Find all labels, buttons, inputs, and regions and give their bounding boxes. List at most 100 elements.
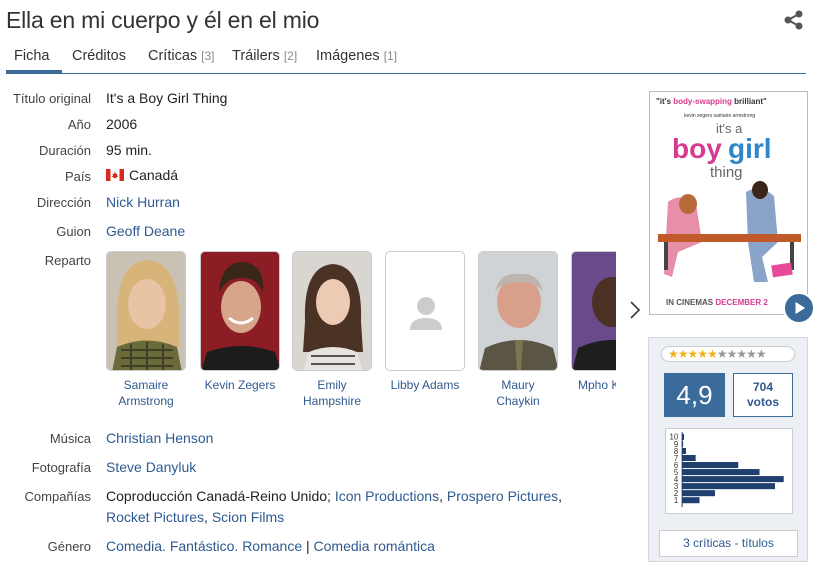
histogram-bar	[682, 469, 760, 476]
link-company[interactable]: Scion Films	[212, 509, 284, 525]
value-original-title: It's a Boy Girl Thing	[106, 90, 228, 106]
canada-flag-icon	[106, 169, 124, 181]
share-icon[interactable]	[783, 9, 805, 31]
tab-trailers[interactable]: Tráilers [2]	[232, 48, 297, 64]
star-filled-icon: ★	[668, 347, 679, 361]
cast-photo	[200, 251, 280, 371]
tab-count: [1]	[383, 49, 398, 63]
histogram-bar	[682, 483, 775, 490]
label-director: Dirección	[36, 195, 91, 210]
tab-imagenes[interactable]: Imágenes [1]	[316, 48, 397, 64]
active-tab-indicator	[6, 70, 62, 73]
cast-photo-placeholder	[385, 251, 465, 371]
tab-ficha[interactable]: Ficha	[14, 48, 49, 64]
cast-name: Samaire Armstrong	[118, 378, 174, 408]
cast-card[interactable]: Samaire Armstrong	[106, 251, 186, 409]
tab-bar: Ficha Créditos Críticas [3] Tráilers [2] I…	[6, 42, 806, 74]
cast-name: Kevin Zegers	[204, 378, 276, 392]
star-rating: ★★★★★★★★★★	[661, 346, 795, 362]
cast-card-partial[interactable]: Mpho K	[571, 251, 616, 411]
label-writer: Guion	[56, 224, 91, 239]
label-cast: Reparto	[44, 253, 91, 268]
companies-prefix: Coproducción Canadá-Reino Unido;	[106, 488, 331, 504]
link-company[interactable]: Icon Productions	[335, 488, 439, 504]
tab-label: Créditos	[72, 48, 126, 64]
star-empty-icon: ★	[726, 347, 738, 361]
votes-count[interactable]: 704 votos	[733, 373, 793, 417]
play-trailer-icon[interactable]	[783, 292, 815, 324]
link-photography[interactable]: Steve Danyluk	[106, 459, 196, 475]
rating-histogram: 10987654321	[665, 428, 793, 514]
votes-number: 704	[752, 380, 774, 394]
link-company[interactable]: Rocket Pictures	[106, 509, 204, 525]
tab-label: Ficha	[14, 48, 50, 64]
cast-photo	[571, 251, 616, 371]
svg-text:IN CINEMAS DECEMBER 2: IN CINEMAS DECEMBER 2	[666, 298, 768, 307]
tab-label: Tráilers	[232, 48, 280, 64]
average-score: 4,9	[664, 373, 725, 417]
tab-criticas[interactable]: Críticas [3]	[148, 48, 215, 64]
svg-text:boy: boy	[672, 133, 722, 164]
tab-label: Críticas	[148, 48, 198, 64]
star-filled-icon: ★	[707, 347, 718, 361]
cast-name: Libby Adams	[390, 378, 460, 392]
value-companies-line2: Rocket Pictures, Scion Films	[106, 509, 285, 525]
histogram-bar	[682, 497, 700, 504]
histogram-bar	[682, 476, 784, 483]
value-genre: Comedia. Fantástico. Romance | Comedia r…	[106, 538, 435, 554]
votes-label: votos	[746, 395, 779, 409]
label-country: País	[64, 169, 91, 184]
link-genre[interactable]: Comedia romántica	[314, 538, 435, 554]
star-filled-icon: ★	[697, 347, 708, 361]
label-music: Música	[49, 431, 91, 446]
label-companies: Compañías	[24, 489, 91, 504]
link-director[interactable]: Nick Hurran	[106, 194, 180, 210]
star-empty-icon: ★	[736, 347, 747, 361]
cast-card[interactable]: Kevin Zegers	[200, 251, 280, 393]
histogram-bar	[682, 447, 686, 455]
histogram-bar	[682, 490, 716, 497]
label-duration: Duración	[38, 143, 91, 158]
link-music[interactable]: Christian Henson	[106, 430, 213, 446]
star-empty-icon: ★	[746, 347, 757, 361]
link-genre[interactable]: Comedia.	[106, 538, 166, 554]
cast-photo	[106, 251, 186, 371]
label-original-title: Título original	[12, 91, 91, 106]
country-name: Canadá	[129, 167, 179, 183]
page-title: Ella en mi cuerpo y él en el mio	[6, 7, 320, 33]
cast-card[interactable]: Emily Hampshire	[292, 251, 372, 409]
cast-card[interactable]: Maury Chaykin	[478, 251, 558, 409]
cast-name: Mpho K	[578, 378, 616, 392]
rating-panel: ★★★★★★★★★★ 4,9 704 votos 10 9 8 7 6 5 4 3 2 1 3 c…	[648, 337, 808, 562]
star-empty-icon: ★	[755, 347, 767, 361]
user-placeholder-icon	[410, 297, 442, 330]
value-companies-line1: Coproducción Canadá-Reino Unido; Icon Pr…	[106, 488, 563, 504]
tab-count: [3]	[201, 49, 215, 63]
cast-photo	[292, 251, 372, 371]
tab-creditos[interactable]: Créditos	[72, 48, 126, 64]
cast-name: Maury Chaykin	[496, 378, 540, 408]
label-year: Año	[67, 117, 91, 132]
value-year: 2006	[106, 116, 138, 132]
label-genre: Género	[47, 539, 91, 554]
histogram-bar	[682, 462, 739, 469]
critics-link[interactable]: 3 críticas - títulos	[659, 530, 798, 557]
chevron-right-icon[interactable]	[628, 300, 642, 320]
link-genre[interactable]: Fantástico.	[170, 538, 238, 554]
movie-poster[interactable]: "it's body-swapping brilliant" kevin zeg…	[649, 91, 808, 315]
histogram-tick-label: 1	[674, 496, 678, 505]
link-genre[interactable]: Romance	[242, 538, 302, 554]
star-filled-icon: ★	[677, 347, 689, 361]
svg-text:"it's body-swapping brilliant": "it's body-swapping brilliant"	[656, 97, 767, 106]
tab-count: [2]	[283, 49, 298, 63]
cast-card[interactable]: Libby Adams	[385, 251, 465, 393]
star-empty-icon: ★	[716, 347, 728, 361]
link-writer[interactable]: Geoff Deane	[106, 223, 185, 239]
value-country: Canadá	[106, 167, 178, 183]
star-filled-icon: ★	[687, 347, 699, 361]
tab-label: Imágenes	[316, 48, 380, 64]
label-photography: Fotografía	[31, 460, 91, 475]
link-company[interactable]: Prospero Pictures	[447, 488, 558, 504]
cast-photo	[478, 251, 558, 371]
cast-name: Emily Hampshire	[302, 378, 362, 408]
